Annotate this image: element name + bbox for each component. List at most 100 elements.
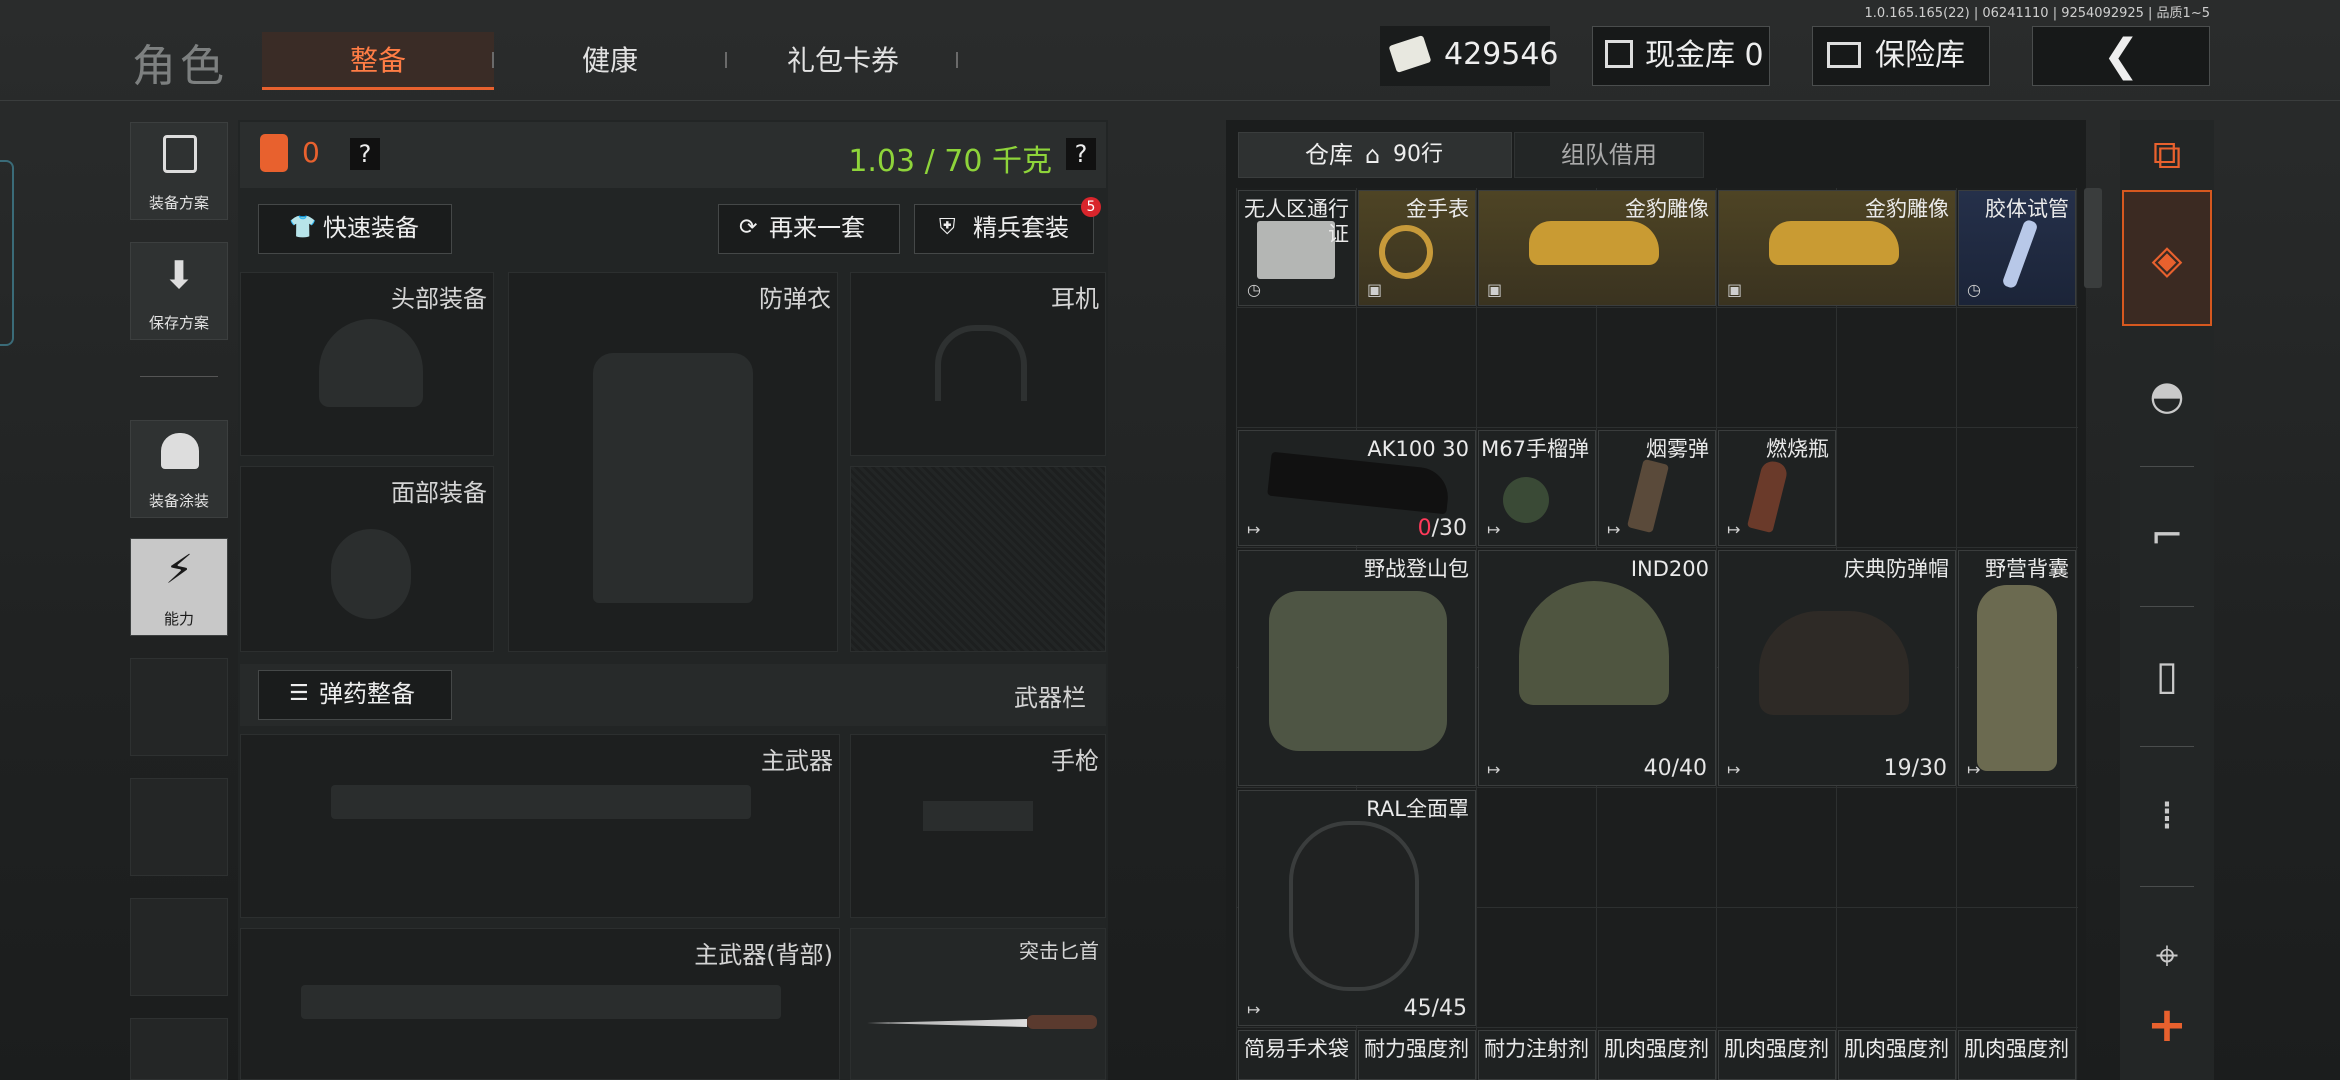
- item-muscle-booster[interactable]: 肌肉强度剂: [1718, 1030, 1836, 1080]
- weight-value: 1.03 / 70 千克: [848, 144, 1052, 179]
- item-ak100-magazine[interactable]: AK100 30 0/30 ↦: [1238, 430, 1476, 546]
- item-colloid-tube[interactable]: 胶体试管 ◷: [1958, 190, 2076, 306]
- item-ind200-helmet[interactable]: IND200 40/40 ↦: [1478, 550, 1716, 786]
- box-icon: ▣: [1367, 280, 1383, 299]
- item-smoke-grenade[interactable]: 烟雾弹 ↦: [1598, 430, 1716, 546]
- quick-equip-button[interactable]: 👕 快速装备: [258, 204, 452, 254]
- smoke-grenade-icon: [1626, 458, 1670, 534]
- plus-icon[interactable]: +: [2122, 990, 2212, 1060]
- box-icon: ▣: [1727, 280, 1743, 299]
- tab-health[interactable]: 健康: [494, 32, 726, 90]
- item-name: 庆典防弹帽: [1844, 557, 1949, 581]
- rail-divider: [2140, 466, 2194, 467]
- side-drawer-handle[interactable]: [0, 160, 14, 346]
- storage-icon[interactable]: ◈: [2122, 190, 2212, 326]
- headset-slot[interactable]: 耳机: [850, 272, 1106, 456]
- lightning-icon: ⚡: [164, 547, 194, 593]
- help-icon[interactable]: ?: [350, 138, 380, 170]
- ammo-icon[interactable]: ⁞: [2122, 756, 2212, 896]
- grenade-icon: [1503, 477, 1549, 523]
- item-name: 肌肉强度剂: [1964, 1037, 2069, 1061]
- sort-icon[interactable]: ⧉: [2122, 120, 2212, 190]
- tab-divider: [956, 52, 958, 68]
- item-camping-pack[interactable]: 野营背囊 ↦: [1958, 550, 2076, 786]
- item-muscle-booster[interactable]: 肌肉强度剂: [1838, 1030, 1956, 1080]
- weight-help-icon[interactable]: ?: [1066, 138, 1096, 170]
- item-stamina-injector[interactable]: 耐力注射剂: [1478, 1030, 1596, 1080]
- box-icon: ▣: [1487, 280, 1503, 299]
- back-button[interactable]: ❮: [2032, 26, 2210, 86]
- tab-storage[interactable]: 仓库 ⌂ 90行: [1238, 132, 1512, 178]
- header-divider: [0, 100, 2340, 101]
- tab-equip[interactable]: 整备: [262, 32, 494, 90]
- ability-button[interactable]: ⚡ 能力: [130, 538, 228, 636]
- vest-slot[interactable]: 防弹衣: [508, 272, 838, 652]
- dagger-slot[interactable]: 突击匕首: [850, 928, 1106, 1080]
- helmet-icon[interactable]: ◓: [2122, 336, 2212, 476]
- item-gold-watch[interactable]: 金手表 ▣: [1358, 190, 1476, 306]
- item-pass-card[interactable]: 无人区通行证 ◷: [1238, 190, 1356, 306]
- item-name: 耐力注射剂: [1484, 1037, 1589, 1061]
- money-amount: 429546: [1444, 37, 1559, 72]
- head-slot[interactable]: 头部装备: [240, 272, 494, 456]
- festive-helmet-icon: [1759, 611, 1909, 715]
- item-name: 肌肉强度剂: [1604, 1037, 1709, 1061]
- loadout-status-bar: 0 ? 1.03 / 70 千克 ?: [240, 122, 1106, 188]
- rifle-icon[interactable]: ⌐: [2122, 476, 2212, 616]
- face-slot-label: 面部装备: [391, 479, 487, 507]
- dagger-blade-icon: [867, 1019, 1027, 1027]
- item-name: 金手表: [1406, 197, 1469, 221]
- money-display: 429546: [1380, 26, 1559, 86]
- item-name: 野战登山包: [1364, 557, 1469, 581]
- primary-weapon-slot[interactable]: 主武器: [240, 734, 840, 918]
- primary-weapon-label: 主武器: [761, 747, 833, 775]
- empty-slot: [130, 778, 228, 876]
- cash-vault-button[interactable]: 现金库 0: [1592, 26, 1770, 86]
- clock-icon: ◷: [1247, 280, 1261, 299]
- empty-slot: [130, 898, 228, 996]
- item-field-backpack[interactable]: 野战登山包: [1238, 550, 1476, 786]
- primary-back-slot[interactable]: 主武器(背部): [240, 928, 840, 1080]
- gas-mask-icon: [1289, 821, 1419, 991]
- item-m67-grenade[interactable]: M67手榴弹 ↦: [1478, 430, 1596, 546]
- item-count: 45/45: [1403, 996, 1467, 1021]
- gasmask-silhouette-icon: [331, 529, 411, 619]
- storage-tab-label: 仓库: [1305, 141, 1353, 169]
- leopard-statue-icon: [1529, 221, 1659, 265]
- empty-slot: [130, 658, 228, 756]
- ammo-prep-label: 弹药整备: [319, 680, 415, 708]
- item-gold-leopard[interactable]: 金豹雕像 ▣: [1478, 190, 1716, 306]
- magazine-icon[interactable]: ▯: [2122, 616, 2212, 756]
- item-muscle-booster[interactable]: 肌肉强度剂: [1598, 1030, 1716, 1080]
- item-gold-leopard[interactable]: 金豹雕像 ▣: [1718, 190, 1956, 306]
- pistol-slot[interactable]: 手枪: [850, 734, 1106, 918]
- item-festive-helmet[interactable]: 庆典防弹帽 19/30 ↦: [1718, 550, 1956, 786]
- unequip-icon: ↦: [1607, 520, 1621, 539]
- item-name: 肌肉强度剂: [1844, 1037, 1949, 1061]
- item-surgical-kit[interactable]: 简易手术袋: [1238, 1030, 1356, 1080]
- clock-icon: ◷: [1967, 280, 1981, 299]
- loadout-plan-button[interactable]: 装备方案: [130, 122, 228, 220]
- role-title: 角色: [132, 41, 228, 92]
- item-muscle-booster[interactable]: 肌肉强度剂: [1958, 1030, 2076, 1080]
- safe-button[interactable]: 保险库: [1812, 26, 1990, 86]
- item-molotov[interactable]: 燃烧瓶 ↦: [1718, 430, 1836, 546]
- storage-rows: 90行: [1393, 142, 1443, 167]
- item-name: 无人区通行证: [1244, 197, 1349, 246]
- elite-set-button[interactable]: ⛨ 精兵套装 5: [914, 197, 1101, 254]
- again-button[interactable]: ⟳ 再来一套: [718, 204, 900, 254]
- ammo-prep-button[interactable]: ☰ 弹药整备: [258, 670, 452, 720]
- headset-silhouette-icon: [935, 325, 1027, 401]
- tab-gift-coupons[interactable]: 礼包卡券: [727, 32, 959, 90]
- item-ral-gas-mask[interactable]: RAL全面罩 45/45 ↦: [1238, 790, 1476, 1026]
- item-stamina-booster[interactable]: 耐力强度剂: [1358, 1030, 1476, 1080]
- save-plan-button[interactable]: ⬇ 保存方案: [130, 242, 228, 340]
- face-slot[interactable]: 面部装备: [240, 466, 494, 652]
- scrollbar-thumb[interactable]: [2084, 188, 2102, 288]
- item-count: 0/30: [1417, 516, 1467, 541]
- rail-divider: [2140, 746, 2194, 747]
- download-icon: ⬇: [163, 253, 195, 297]
- item-name: 烟雾弹: [1646, 437, 1709, 461]
- tab-team-borrow[interactable]: 组队借用: [1514, 132, 1704, 178]
- paint-button[interactable]: 装备涂装: [130, 420, 228, 518]
